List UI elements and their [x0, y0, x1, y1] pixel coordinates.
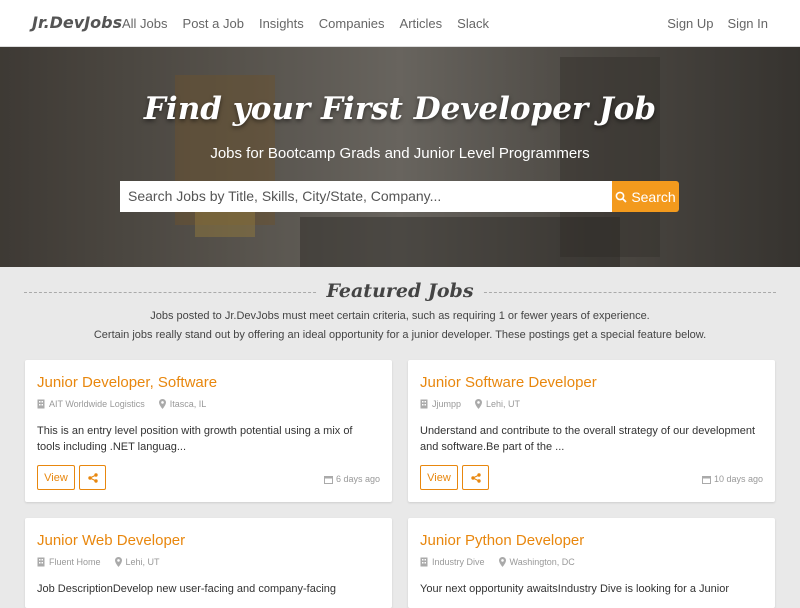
search-button-label: Search	[631, 188, 676, 205]
calendar-icon	[323, 475, 333, 484]
job-description: Job DescriptionDevelop new user-facing a…	[37, 583, 336, 595]
building-icon	[37, 399, 45, 409]
job-meta: Jjumpp Lehi, UT	[420, 399, 520, 409]
nav-articles[interactable]: Articles	[400, 16, 443, 31]
nav-companies[interactable]: Companies	[319, 16, 385, 31]
share-icon	[470, 472, 481, 483]
map-marker-icon	[475, 399, 483, 409]
building-icon	[420, 399, 428, 409]
search-button[interactable]: Search	[612, 181, 679, 212]
nav-sign-up[interactable]: Sign Up	[667, 16, 713, 31]
job-location-wrap: Lehi, UT	[114, 557, 160, 567]
job-meta: Fluent Home Lehi, UT	[37, 557, 160, 567]
job-description: Your next opportunity awaitsIndustry Div…	[420, 583, 729, 595]
calendar-icon	[701, 475, 711, 484]
job-location: Washington, DC	[509, 557, 575, 567]
view-button[interactable]: View	[420, 465, 458, 490]
job-location: Lehi, UT	[125, 557, 160, 567]
nav-auth: Sign Up Sign In	[653, 16, 768, 31]
share-button[interactable]	[79, 465, 106, 490]
featured-description-2: Certain jobs really stand out by offerin…	[93, 329, 707, 341]
building-icon	[37, 557, 45, 567]
job-card: Junior Developer, Software AIT Worldwide…	[25, 360, 392, 502]
job-location-wrap: Lehi, UT	[475, 399, 520, 409]
job-location: Lehi, UT	[486, 399, 521, 409]
job-title[interactable]: Junior Web Developer	[37, 532, 185, 549]
featured-title: Featured Jobs	[318, 280, 482, 302]
job-company: Fluent Home	[49, 557, 101, 567]
job-title[interactable]: Junior Developer, Software	[37, 374, 217, 391]
map-marker-icon	[114, 557, 122, 567]
brand-logo[interactable]: Jr.DevJobs	[32, 13, 122, 32]
navbar: Jr.DevJobs All Jobs Post a Job Insights …	[0, 0, 800, 47]
job-title[interactable]: Junior Python Developer	[420, 532, 584, 549]
posted-date-text: 10 days ago	[713, 474, 763, 484]
job-description: Understand and contribute to the overall…	[420, 425, 756, 453]
share-icon	[87, 472, 98, 483]
map-marker-icon	[158, 399, 166, 409]
featured-title-wrap: Featured Jobs	[24, 280, 776, 302]
posted-date: 10 days ago	[701, 474, 763, 484]
nav-sign-in[interactable]: Sign In	[728, 16, 768, 31]
featured-description-1: Jobs posted to Jr.DevJobs must meet cert…	[150, 310, 650, 322]
posted-date-text: 6 days ago	[335, 474, 380, 484]
view-button[interactable]: View	[37, 465, 75, 490]
search-icon	[615, 191, 627, 203]
nav-all-jobs[interactable]: All Jobs	[122, 16, 168, 31]
nav-post-a-job[interactable]: Post a Job	[183, 16, 244, 31]
map-marker-icon	[498, 557, 506, 567]
job-company: Industry Dive	[432, 557, 485, 567]
job-location-wrap: Washington, DC	[498, 557, 575, 567]
nav-links: All Jobs Post a Job Insights Companies A…	[122, 16, 504, 31]
job-company: AIT Worldwide Logistics	[49, 399, 145, 409]
hero-title: Find your First Developer Job	[143, 91, 657, 127]
job-meta: AIT Worldwide Logistics Itasca, IL	[37, 399, 206, 409]
nav-slack[interactable]: Slack	[457, 16, 489, 31]
job-description: This is an entry level position with gro…	[37, 425, 353, 453]
job-title[interactable]: Junior Software Developer	[420, 374, 597, 391]
job-card: Junior Python Developer Industry Dive Wa…	[408, 518, 775, 608]
job-company: Jjumpp	[432, 399, 462, 409]
hero-subtitle: Jobs for Bootcamp Grads and Junior Level…	[210, 145, 590, 162]
hero-banner: Find your First Developer Job Jobs for B…	[0, 47, 800, 267]
job-location-wrap: Itasca, IL	[158, 399, 207, 409]
search-input[interactable]	[120, 181, 612, 212]
job-meta: Industry Dive Washington, DC	[420, 557, 575, 567]
building-icon	[420, 557, 428, 567]
job-location: Itasca, IL	[169, 399, 207, 409]
featured-heading: Featured Jobs	[24, 280, 776, 304]
job-card: Junior Web Developer Fluent Home Lehi, U…	[25, 518, 392, 608]
nav-insights[interactable]: Insights	[259, 16, 304, 31]
share-button[interactable]	[462, 465, 489, 490]
posted-date: 6 days ago	[323, 474, 380, 484]
job-card: Junior Software Developer Jjumpp Lehi, U…	[408, 360, 775, 502]
